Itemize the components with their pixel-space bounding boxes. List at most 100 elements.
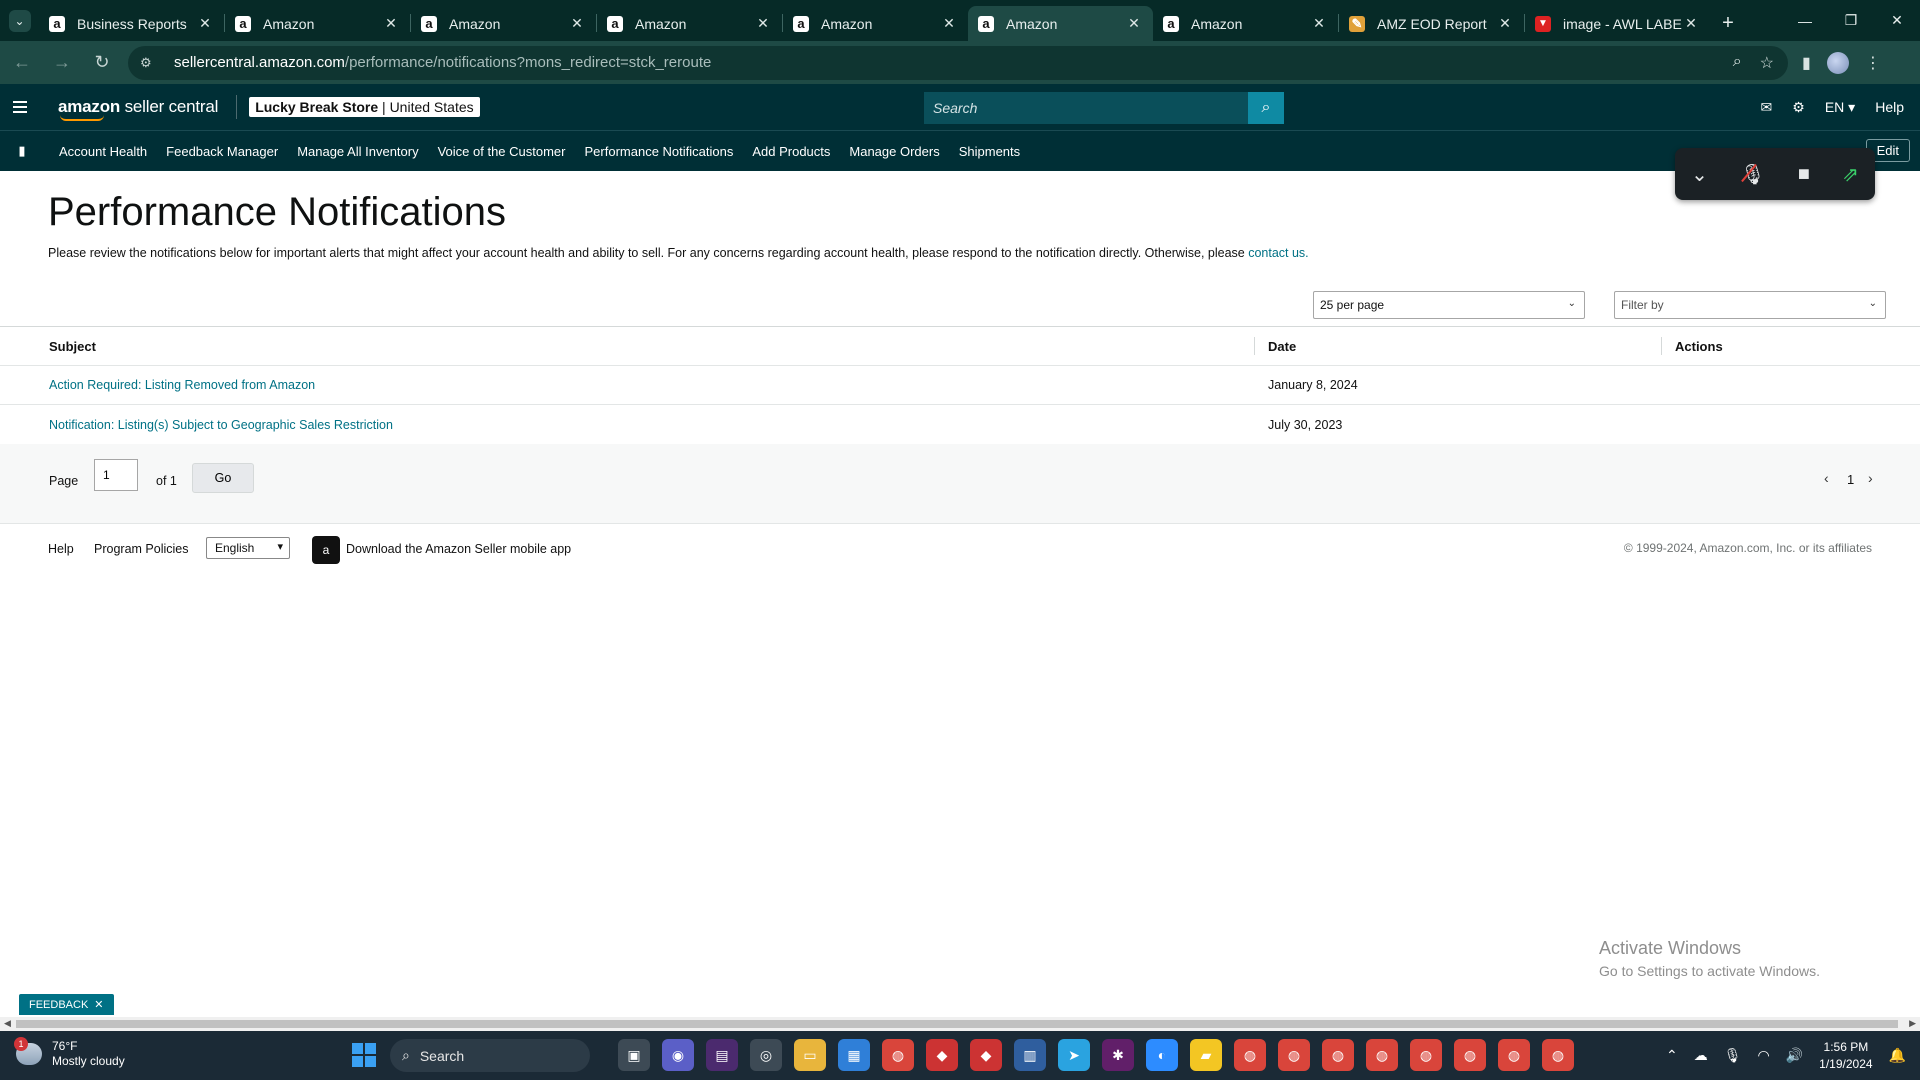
nav-item-manage-all-inventory[interactable]: Manage All Inventory xyxy=(297,144,418,159)
telegram-icon[interactable]: ➤ xyxy=(1058,1039,1090,1071)
close-icon[interactable]: ✕ xyxy=(1125,15,1143,32)
nav-item-add-products[interactable]: Add Products xyxy=(752,144,830,159)
browser-tab[interactable]: a Business Reports ✕ xyxy=(39,6,224,41)
app-icon[interactable]: ◆ xyxy=(926,1039,958,1071)
language-selector[interactable]: EN ▾ xyxy=(1825,99,1855,116)
nav-item-manage-orders[interactable]: Manage Orders xyxy=(849,144,939,159)
nav-item-shipments[interactable]: Shipments xyxy=(959,144,1020,159)
chrome-icon[interactable]: ◍ xyxy=(882,1039,914,1071)
browser-tab[interactable]: a Amazon ✕ xyxy=(225,6,410,41)
nav-item-voice-of-the-customer[interactable]: Voice of the Customer xyxy=(438,144,566,159)
browser-tab[interactable]: ✎ AMZ EOD Report ✕ xyxy=(1339,6,1524,41)
page-number-input[interactable] xyxy=(94,459,138,491)
sticky-notes-icon[interactable]: ▰ xyxy=(1190,1039,1222,1071)
notifications-bell-icon[interactable]: 🔔 xyxy=(1889,1047,1906,1064)
column-header-subject[interactable]: Subject xyxy=(49,339,96,354)
seller-app-icon[interactable]: a xyxy=(312,536,340,564)
browser-tab[interactable]: a Amazon ✕ xyxy=(411,6,596,41)
current-page-number[interactable]: 1 xyxy=(1847,472,1854,487)
close-icon[interactable]: ✕ xyxy=(940,15,958,32)
help-link[interactable]: Help xyxy=(1875,99,1904,115)
nav-item-performance-notifications[interactable]: Performance Notifications xyxy=(585,144,734,159)
chrome-icon[interactable]: ◍ xyxy=(1278,1039,1310,1071)
per-page-select[interactable]: 25 per page ⌄ xyxy=(1313,291,1585,319)
weather-widget[interactable]: 1 76°F Mostly cloudy xyxy=(14,1037,125,1069)
download-app-link[interactable]: Download the Amazon Seller mobile app xyxy=(346,542,571,556)
chrome-icon[interactable]: ◍ xyxy=(1454,1039,1486,1071)
chrome-icon[interactable]: ◍ xyxy=(1542,1039,1574,1071)
store-switcher[interactable]: Lucky Break Store | United States xyxy=(249,97,480,117)
task-view-icon[interactable]: ▣ xyxy=(618,1039,650,1071)
nav-item-feedback-manager[interactable]: Feedback Manager xyxy=(166,144,278,159)
taskbar-search[interactable]: ⌕ Search xyxy=(390,1039,590,1072)
wifi-icon[interactable]: ◠ xyxy=(1758,1047,1770,1064)
profile-avatar[interactable] xyxy=(1826,51,1849,74)
chrome-icon[interactable]: ◍ xyxy=(1322,1039,1354,1071)
close-icon[interactable]: ✕ xyxy=(94,998,103,1011)
footer-help-link[interactable]: Help xyxy=(48,542,74,556)
footer-language-select[interactable]: English ▾ xyxy=(206,537,290,559)
app-icon[interactable]: ◎ xyxy=(750,1039,782,1071)
windows-start-icon[interactable] xyxy=(352,1043,376,1067)
new-tab-button[interactable]: + xyxy=(1710,6,1746,41)
chrome-icon[interactable]: ◍ xyxy=(1498,1039,1530,1071)
browser-menu-icon[interactable]: ⋮ xyxy=(1865,53,1881,73)
restore-icon[interactable]: ❐ xyxy=(1828,0,1874,41)
reload-icon[interactable]: ↻ xyxy=(84,45,120,81)
bookmark-star-icon[interactable]: ☆ xyxy=(1760,53,1774,73)
column-header-date[interactable]: Date xyxy=(1268,339,1296,354)
browser-tab[interactable]: ▼ image - AWL LABEL ✕ xyxy=(1525,6,1710,41)
nzxt-app-icon[interactable]: ▤ xyxy=(706,1039,738,1071)
calendar-icon[interactable]: ▦ xyxy=(838,1039,870,1071)
browser-tab[interactable]: a Amazon ✕ xyxy=(783,6,968,41)
hamburger-menu-icon[interactable] xyxy=(0,84,40,130)
close-window-icon[interactable]: ✕ xyxy=(1874,0,1920,41)
app-icon[interactable]: ◆ xyxy=(970,1039,1002,1071)
site-info-icon[interactable]: ⚙ xyxy=(140,55,158,71)
browser-tab[interactable]: a Amazon ✕ xyxy=(1153,6,1338,41)
horizontal-scrollbar[interactable]: ◀ ▶ xyxy=(0,1017,1920,1031)
chevron-up-icon[interactable]: ⌃ xyxy=(1666,1047,1678,1064)
scroll-left-icon[interactable]: ◀ xyxy=(4,1018,11,1029)
side-panel-icon[interactable]: ▮ xyxy=(1802,53,1811,73)
zoom-icon[interactable]: ⌕ xyxy=(1733,53,1742,73)
tab-search-button[interactable]: ⌄ xyxy=(0,0,39,41)
chrome-icon[interactable]: ◍ xyxy=(1366,1039,1398,1071)
close-icon[interactable]: ✕ xyxy=(1310,15,1328,32)
program-policies-link[interactable]: Program Policies xyxy=(94,542,188,556)
scrollbar-thumb[interactable] xyxy=(16,1020,1898,1028)
chevron-down-icon[interactable]: ⌄ xyxy=(1691,162,1708,187)
teams-icon[interactable]: ◉ xyxy=(662,1039,694,1071)
chevron-left-icon[interactable]: ‹ xyxy=(1824,470,1829,486)
browser-tab[interactable]: a Amazon ✕ xyxy=(597,6,782,41)
bookmark-icon[interactable]: ▮ xyxy=(2,143,42,159)
zoom-icon[interactable]: ◐ xyxy=(1146,1039,1178,1071)
mail-icon[interactable]: ✉ xyxy=(1761,99,1773,116)
seller-central-logo[interactable]: amazon seller central xyxy=(58,97,218,121)
filter-select[interactable]: Filter by ⌄ xyxy=(1614,291,1886,319)
microphone-icon[interactable]: 🎙 xyxy=(1724,1047,1742,1064)
chrome-icon[interactable]: ◍ xyxy=(1234,1039,1266,1071)
close-icon[interactable]: ✕ xyxy=(382,15,400,32)
nav-item-account-health[interactable]: Account Health xyxy=(59,144,147,159)
slack-icon[interactable]: ✱ xyxy=(1102,1039,1134,1071)
calculator-icon[interactable]: ▥ xyxy=(1014,1039,1046,1071)
minimize-icon[interactable]: — xyxy=(1782,0,1828,41)
address-bar[interactable]: ⚙ sellercentral.amazon.com/performance/n… xyxy=(128,45,1788,80)
notification-subject-link[interactable]: Notification: Listing(s) Subject to Geog… xyxy=(49,418,393,432)
chevron-right-icon[interactable]: › xyxy=(1868,470,1873,486)
close-icon[interactable]: ✕ xyxy=(196,15,214,32)
browser-tab-active[interactable]: a Amazon ✕ xyxy=(968,6,1153,41)
file-explorer-icon[interactable]: ▭ xyxy=(794,1039,826,1071)
share-screen-icon[interactable]: ⇗ xyxy=(1842,162,1859,187)
feedback-tab[interactable]: FEEDBACK ✕ xyxy=(19,994,114,1015)
close-icon[interactable]: ✕ xyxy=(1496,15,1514,32)
gear-icon[interactable]: ⚙ xyxy=(1792,99,1805,116)
close-icon[interactable]: ✕ xyxy=(754,15,772,32)
go-button[interactable]: Go xyxy=(192,463,254,493)
video-camera-icon[interactable]: ■ xyxy=(1798,163,1810,186)
scroll-right-icon[interactable]: ▶ xyxy=(1909,1018,1916,1029)
close-icon[interactable]: ✕ xyxy=(1682,15,1700,32)
chrome-icon[interactable]: ◍ xyxy=(1410,1039,1442,1071)
forward-arrow-icon[interactable]: → xyxy=(44,45,80,81)
